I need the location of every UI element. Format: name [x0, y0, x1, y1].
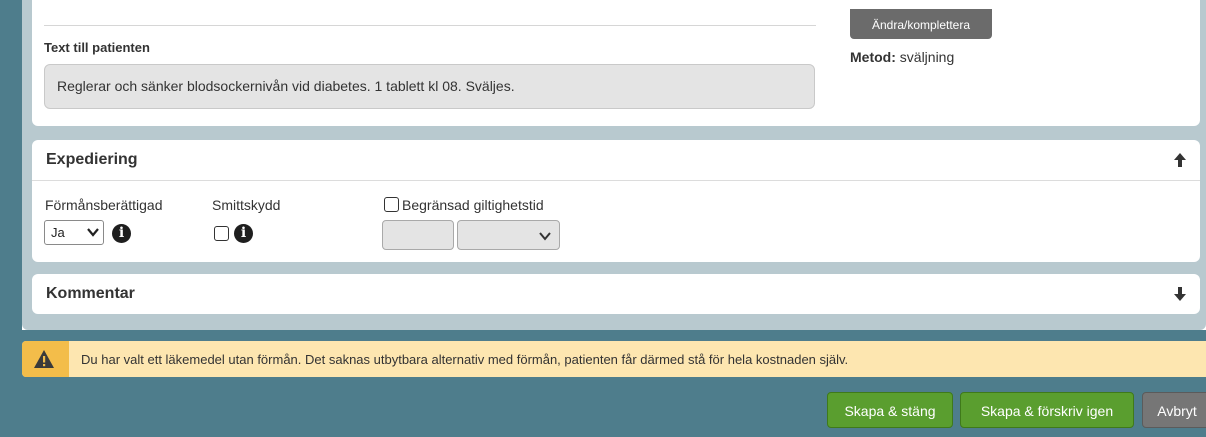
warning-text: Du har valt ett läkemedel utan förmån. D… [81, 352, 849, 367]
smittskydd-label: Smittskydd [212, 197, 281, 213]
cancel-button[interactable]: Avbryt [1142, 392, 1206, 428]
patient-text-label: Text till patienten [44, 40, 150, 55]
formans-select[interactable]: Ja [44, 220, 104, 245]
formans-value: Ja [51, 225, 65, 240]
warning-icon-container [22, 341, 69, 377]
arrow-down-icon[interactable] [1172, 284, 1188, 304]
create-close-button[interactable]: Skapa & stäng [827, 392, 953, 428]
warning-triangle-icon [34, 350, 54, 368]
arrow-up-icon[interactable] [1172, 150, 1188, 170]
create-prescribe-again-button[interactable]: Skapa & förskriv igen [960, 392, 1134, 428]
method-info: Metod: sväljning [850, 49, 954, 65]
giltighetstid-unit-select[interactable] [457, 220, 560, 250]
patient-text-field: Reglerar och sänker blodsockernivån vid … [44, 64, 815, 109]
kommentar-title: Kommentar [46, 285, 135, 302]
formans-label: Förmånsberättigad [45, 197, 163, 213]
expediering-header[interactable]: Expediering [32, 140, 1200, 180]
method-value: sväljning [899, 49, 955, 65]
begransad-label: Begränsad giltighetstid [402, 197, 544, 213]
divider [44, 25, 816, 26]
kommentar-header[interactable]: Kommentar [32, 274, 1200, 314]
chevron-down-icon [87, 228, 99, 237]
warning-banner: Du har valt ett läkemedel utan förmån. D… [22, 341, 1206, 377]
expediering-title: Expediering [46, 151, 138, 168]
info-icon[interactable]: i [112, 224, 131, 243]
smittskydd-checkbox[interactable] [214, 226, 229, 241]
method-label: Metod: [850, 49, 896, 65]
info-icon[interactable]: i [234, 224, 253, 243]
expediering-divider [32, 180, 1200, 181]
begransad-checkbox[interactable] [384, 197, 399, 212]
giltighetstid-number-input[interactable] [382, 220, 454, 250]
chevron-down-icon [539, 232, 551, 241]
expediering-panel: Expediering [32, 140, 1200, 262]
kommentar-panel: Kommentar [32, 274, 1200, 314]
dialog-left-border [0, 0, 22, 330]
amend-button[interactable]: Ändra/komplettera [850, 9, 992, 39]
